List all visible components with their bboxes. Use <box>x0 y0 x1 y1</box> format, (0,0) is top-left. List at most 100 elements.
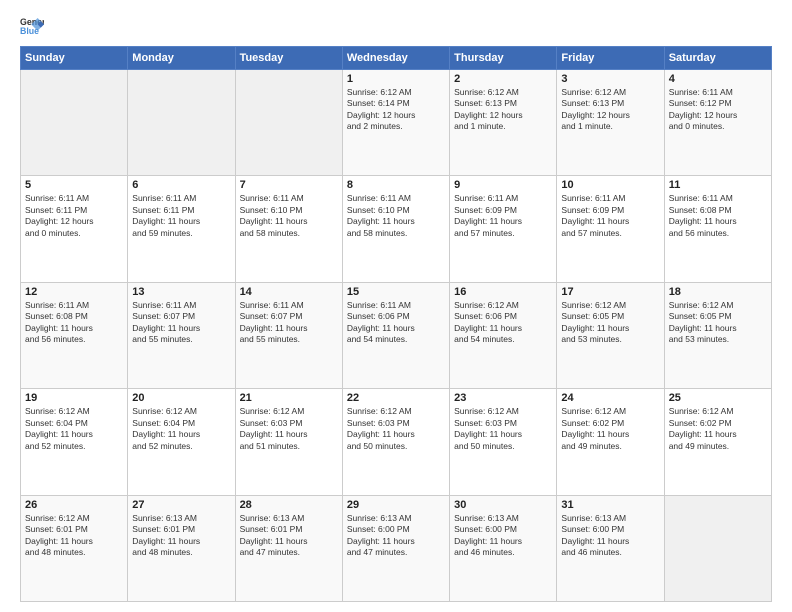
calendar-week-row: 12Sunrise: 6:11 AM Sunset: 6:08 PM Dayli… <box>21 282 772 388</box>
day-info: Sunrise: 6:11 AM Sunset: 6:10 PM Dayligh… <box>347 193 445 239</box>
day-info: Sunrise: 6:12 AM Sunset: 6:03 PM Dayligh… <box>347 406 445 452</box>
day-number: 15 <box>347 286 445 298</box>
calendar-cell: 7 Sunrise: 6:11 AM Sunset: 6:10 PM Daylig… <box>235 176 342 282</box>
calendar-cell: 17 Sunrise: 6:12 AM Sunset: 6:05 PM Dayli… <box>557 282 664 388</box>
calendar-cell: 24 Sunrise: 6:12 AM Sunset: 6:02 PM Dayli… <box>557 389 664 495</box>
day-number: 7 <box>240 179 338 191</box>
day-info: Sunrise: 6:12 AM Sunset: 6:13 PM Dayligh… <box>454 87 552 133</box>
calendar-cell: 16 Sunrise: 6:12 AM Sunset: 6:06 PM Dayli… <box>450 282 557 388</box>
day-info: Sunrise: 6:12 AM Sunset: 6:01 PM Dayligh… <box>25 513 123 559</box>
calendar-table: SundayMondayTuesdayWednesdayThursdayFrid… <box>20 46 772 602</box>
day-number: 29 <box>347 499 445 511</box>
day-info: Sunrise: 6:11 AM Sunset: 6:07 PM Dayligh… <box>240 300 338 346</box>
day-number: 4 <box>669 73 767 85</box>
day-info: Sunrise: 6:11 AM Sunset: 6:11 PM Dayligh… <box>25 193 123 239</box>
day-number: 22 <box>347 392 445 404</box>
day-info: Sunrise: 6:12 AM Sunset: 6:04 PM Dayligh… <box>25 406 123 452</box>
weekday-header-friday: Friday <box>557 47 664 70</box>
day-info: Sunrise: 6:12 AM Sunset: 6:03 PM Dayligh… <box>454 406 552 452</box>
day-info: Sunrise: 6:12 AM Sunset: 6:05 PM Dayligh… <box>561 300 659 346</box>
logo-icon: General Blue <box>20 16 44 36</box>
weekday-header-wednesday: Wednesday <box>342 47 449 70</box>
day-number: 2 <box>454 73 552 85</box>
calendar-cell: 27Sunrise: 6:13 AM Sunset: 6:01 PM Dayli… <box>128 495 235 601</box>
calendar-cell <box>235 70 342 176</box>
calendar-cell: 14 Sunrise: 6:11 AM Sunset: 6:07 PM Dayli… <box>235 282 342 388</box>
day-info: Sunrise: 6:13 AM Sunset: 6:00 PM Dayligh… <box>347 513 445 559</box>
calendar-cell: 28Sunrise: 6:13 AM Sunset: 6:01 PM Dayli… <box>235 495 342 601</box>
day-info: Sunrise: 6:11 AM Sunset: 6:09 PM Dayligh… <box>454 193 552 239</box>
calendar-cell: 25 Sunrise: 6:12 AM Sunset: 6:02 PM Dayli… <box>664 389 771 495</box>
day-info: Sunrise: 6:11 AM Sunset: 6:10 PM Dayligh… <box>240 193 338 239</box>
calendar-cell: 15 Sunrise: 6:11 AM Sunset: 6:06 PM Dayli… <box>342 282 449 388</box>
day-number: 8 <box>347 179 445 191</box>
weekday-header-tuesday: Tuesday <box>235 47 342 70</box>
calendar-cell <box>21 70 128 176</box>
weekday-header-saturday: Saturday <box>664 47 771 70</box>
calendar-cell: 6 Sunrise: 6:11 AM Sunset: 6:11 PM Daylig… <box>128 176 235 282</box>
day-number: 24 <box>561 392 659 404</box>
day-info: Sunrise: 6:12 AM Sunset: 6:02 PM Dayligh… <box>561 406 659 452</box>
calendar-cell: 8 Sunrise: 6:11 AM Sunset: 6:10 PM Daylig… <box>342 176 449 282</box>
day-info: Sunrise: 6:11 AM Sunset: 6:08 PM Dayligh… <box>669 193 767 239</box>
calendar-week-row: 26 Sunrise: 6:12 AM Sunset: 6:01 PM Dayli… <box>21 495 772 601</box>
calendar-cell: 10 Sunrise: 6:11 AM Sunset: 6:09 PM Dayli… <box>557 176 664 282</box>
day-number: 30 <box>454 499 552 511</box>
day-number: 28 <box>240 499 338 511</box>
header: General Blue <box>20 16 772 36</box>
day-number: 14 <box>240 286 338 298</box>
calendar-cell: 1Sunrise: 6:12 AM Sunset: 6:14 PM Daylig… <box>342 70 449 176</box>
day-info: Sunrise: 6:11 AM Sunset: 6:08 PM Dayligh… <box>25 300 123 346</box>
day-info: Sunrise: 6:12 AM Sunset: 6:13 PM Dayligh… <box>561 87 659 133</box>
calendar-cell: 31 Sunrise: 6:13 AM Sunset: 6:00 PM Dayli… <box>557 495 664 601</box>
calendar-cell: 22 Sunrise: 6:12 AM Sunset: 6:03 PM Dayli… <box>342 389 449 495</box>
day-info: Sunrise: 6:11 AM Sunset: 6:12 PM Dayligh… <box>669 87 767 133</box>
calendar-cell: 20Sunrise: 6:12 AM Sunset: 6:04 PM Dayli… <box>128 389 235 495</box>
day-info: Sunrise: 6:11 AM Sunset: 6:09 PM Dayligh… <box>561 193 659 239</box>
calendar-week-row: 1Sunrise: 6:12 AM Sunset: 6:14 PM Daylig… <box>21 70 772 176</box>
day-number: 11 <box>669 179 767 191</box>
calendar-cell: 23Sunrise: 6:12 AM Sunset: 6:03 PM Dayli… <box>450 389 557 495</box>
day-info: Sunrise: 6:13 AM Sunset: 6:00 PM Dayligh… <box>454 513 552 559</box>
day-info: Sunrise: 6:12 AM Sunset: 6:02 PM Dayligh… <box>669 406 767 452</box>
calendar-cell: 2 Sunrise: 6:12 AM Sunset: 6:13 PM Daylig… <box>450 70 557 176</box>
day-number: 16 <box>454 286 552 298</box>
day-info: Sunrise: 6:11 AM Sunset: 6:11 PM Dayligh… <box>132 193 230 239</box>
calendar-cell: 3 Sunrise: 6:12 AM Sunset: 6:13 PM Daylig… <box>557 70 664 176</box>
day-number: 10 <box>561 179 659 191</box>
day-info: Sunrise: 6:12 AM Sunset: 6:05 PM Dayligh… <box>669 300 767 346</box>
day-number: 25 <box>669 392 767 404</box>
day-number: 18 <box>669 286 767 298</box>
calendar-cell <box>128 70 235 176</box>
day-number: 9 <box>454 179 552 191</box>
day-info: Sunrise: 6:12 AM Sunset: 6:03 PM Dayligh… <box>240 406 338 452</box>
calendar-cell: 4 Sunrise: 6:11 AM Sunset: 6:12 PM Daylig… <box>664 70 771 176</box>
day-info: Sunrise: 6:13 AM Sunset: 6:01 PM Dayligh… <box>132 513 230 559</box>
weekday-header-monday: Monday <box>128 47 235 70</box>
day-number: 13 <box>132 286 230 298</box>
day-info: Sunrise: 6:11 AM Sunset: 6:06 PM Dayligh… <box>347 300 445 346</box>
calendar-cell: 30 Sunrise: 6:13 AM Sunset: 6:00 PM Dayli… <box>450 495 557 601</box>
day-info: Sunrise: 6:11 AM Sunset: 6:07 PM Dayligh… <box>132 300 230 346</box>
calendar-week-row: 19 Sunrise: 6:12 AM Sunset: 6:04 PM Dayli… <box>21 389 772 495</box>
day-number: 21 <box>240 392 338 404</box>
calendar-cell: 12Sunrise: 6:11 AM Sunset: 6:08 PM Dayli… <box>21 282 128 388</box>
logo: General Blue <box>20 16 44 36</box>
day-number: 31 <box>561 499 659 511</box>
day-number: 26 <box>25 499 123 511</box>
day-info: Sunrise: 6:12 AM Sunset: 6:04 PM Dayligh… <box>132 406 230 452</box>
day-info: Sunrise: 6:13 AM Sunset: 6:00 PM Dayligh… <box>561 513 659 559</box>
calendar-cell <box>664 495 771 601</box>
calendar-cell: 29 Sunrise: 6:13 AM Sunset: 6:00 PM Dayli… <box>342 495 449 601</box>
day-number: 1 <box>347 73 445 85</box>
day-number: 3 <box>561 73 659 85</box>
day-number: 19 <box>25 392 123 404</box>
calendar-cell: 9 Sunrise: 6:11 AM Sunset: 6:09 PM Daylig… <box>450 176 557 282</box>
calendar-cell: 5Sunrise: 6:11 AM Sunset: 6:11 PM Daylig… <box>21 176 128 282</box>
day-number: 6 <box>132 179 230 191</box>
day-number: 17 <box>561 286 659 298</box>
calendar-cell: 13 Sunrise: 6:11 AM Sunset: 6:07 PM Dayli… <box>128 282 235 388</box>
calendar-cell: 11 Sunrise: 6:11 AM Sunset: 6:08 PM Dayli… <box>664 176 771 282</box>
day-info: Sunrise: 6:12 AM Sunset: 6:06 PM Dayligh… <box>454 300 552 346</box>
calendar-cell: 19 Sunrise: 6:12 AM Sunset: 6:04 PM Dayli… <box>21 389 128 495</box>
